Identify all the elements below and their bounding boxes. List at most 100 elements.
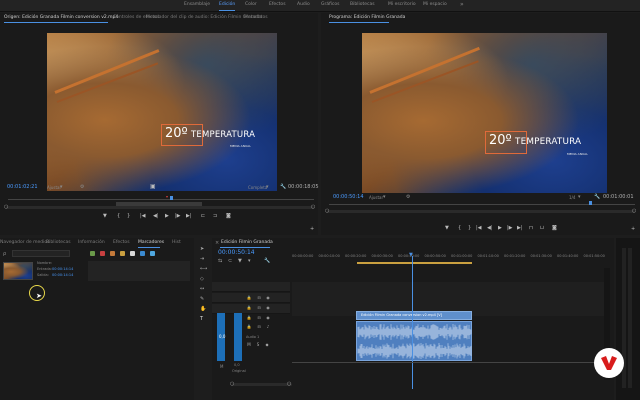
eye-icon[interactable]: ◉ bbox=[265, 295, 271, 301]
in-value[interactable]: 00:00:14:14 bbox=[52, 267, 73, 271]
go-to-out-icon[interactable]: ▶| bbox=[186, 213, 192, 219]
step-back-icon[interactable]: ◀| bbox=[487, 225, 493, 231]
zoom-handle-right[interactable]: ○ bbox=[311, 204, 315, 210]
wrench-icon[interactable]: 🔧 bbox=[594, 194, 600, 200]
marker-color-swatch[interactable] bbox=[120, 251, 125, 256]
sync-icon[interactable]: ⊟ bbox=[256, 295, 262, 301]
eye-icon[interactable]: ◉ bbox=[265, 315, 271, 321]
zoom-handle-right[interactable]: ○ bbox=[287, 381, 291, 387]
add-marker-icon[interactable]: ▼ bbox=[103, 213, 107, 219]
settings-icon[interactable]: ⚙ bbox=[80, 184, 84, 190]
tab-source[interactable]: Origen: Edición Granada Filmin conversio… bbox=[4, 15, 118, 20]
go-to-in-icon[interactable]: |◀ bbox=[140, 213, 146, 219]
tab-program[interactable]: Programa: Edición Filmin Granada bbox=[329, 15, 405, 20]
marker-color-swatch[interactable] bbox=[110, 251, 115, 256]
search-input[interactable] bbox=[12, 250, 70, 257]
tab-history[interactable]: Hist bbox=[172, 240, 181, 245]
lock-icon[interactable]: 🔒 bbox=[246, 305, 252, 311]
razor-tool-icon[interactable]: ◇ bbox=[200, 276, 204, 282]
timeline-display-icon[interactable]: ▾ bbox=[248, 258, 251, 264]
eye-icon[interactable]: ◉ bbox=[265, 305, 271, 311]
tab-info[interactable]: Información bbox=[78, 240, 105, 245]
source-quality-select[interactable]: Completa bbox=[248, 185, 267, 190]
chevron-down-icon[interactable]: ▾ bbox=[383, 194, 386, 200]
chevron-down-icon[interactable]: ▾ bbox=[60, 184, 63, 190]
out-value[interactable]: 00:00:14:14 bbox=[52, 273, 73, 277]
tab-timeline[interactable]: Edición Filmin Granada bbox=[221, 240, 273, 245]
track-select-tool-icon[interactable]: ⇥ bbox=[200, 256, 204, 262]
lock-icon[interactable]: 🔒 bbox=[246, 295, 252, 301]
source-video-frame[interactable]: 20º TEMPERATURA MEDIA ANUAL bbox=[47, 33, 277, 191]
keyframe-icon[interactable]: ◆ bbox=[264, 342, 270, 348]
type-tool-icon[interactable]: T bbox=[200, 316, 203, 322]
overwrite-icon[interactable]: ⊐ bbox=[213, 213, 217, 219]
program-ratio-select[interactable]: 1/4 bbox=[569, 195, 575, 200]
lock-icon[interactable]: 🔒 bbox=[246, 315, 252, 321]
more-workspaces-icon[interactable]: » bbox=[460, 1, 464, 8]
ripple-edit-tool-icon[interactable]: ⟷ bbox=[200, 266, 207, 272]
wrench-icon[interactable]: 🔧 bbox=[280, 184, 286, 190]
linked-selection-icon[interactable]: ⊂ bbox=[228, 258, 232, 264]
workspace-tab-libraries[interactable]: Bibliotecas bbox=[350, 2, 375, 7]
lock-icon[interactable]: 🔒 bbox=[246, 324, 252, 330]
program-timecode[interactable]: 00:00:50:14 bbox=[333, 194, 364, 200]
marker-color-swatch[interactable] bbox=[150, 251, 155, 256]
camera-icon[interactable]: ◙ bbox=[226, 213, 231, 219]
marker-color-swatch[interactable] bbox=[100, 251, 105, 256]
tab-effects[interactable]: Efectos bbox=[113, 240, 130, 245]
add-button-icon[interactable]: + bbox=[631, 226, 635, 232]
volume-readout[interactable]: 0,0 bbox=[234, 363, 240, 367]
zoom-handle-left[interactable]: ○ bbox=[230, 381, 234, 387]
add-marker-icon[interactable]: ▼ bbox=[238, 258, 242, 264]
sync-icon[interactable]: ⊟ bbox=[256, 315, 262, 321]
video-clip[interactable]: Edición Filmin Granada conversion v2.mp4… bbox=[356, 311, 472, 320]
go-to-in-icon[interactable]: |◀ bbox=[476, 225, 482, 231]
settings-icon[interactable]: ⚙ bbox=[406, 194, 410, 200]
tab-media-browser[interactable]: Navegador de medios bbox=[0, 240, 49, 245]
ratio-chevron-icon[interactable]: ▾ bbox=[578, 194, 581, 200]
mark-in-icon[interactable]: { bbox=[458, 225, 461, 231]
quality-chevron-icon[interactable]: ▾ bbox=[266, 184, 269, 190]
timeline-playhead[interactable] bbox=[412, 256, 413, 389]
mark-out-icon[interactable]: } bbox=[127, 213, 130, 219]
search-icon[interactable]: ρ bbox=[3, 251, 6, 257]
tab-libraries[interactable]: Bibliotecas bbox=[46, 240, 71, 245]
mark-in-icon[interactable]: { bbox=[117, 213, 120, 219]
marker-color-swatch[interactable] bbox=[130, 251, 135, 256]
frame-icon[interactable]: ▣ bbox=[150, 183, 156, 190]
workspace-tab-audio[interactable]: Audio bbox=[297, 2, 310, 7]
pen-tool-icon[interactable]: ✎ bbox=[200, 296, 204, 302]
step-forward-icon[interactable]: |▶ bbox=[175, 213, 181, 219]
workspace-tab-graphics[interactable]: Gráficos bbox=[321, 2, 340, 7]
workspace-tab-editing[interactable]: Edición bbox=[219, 2, 235, 7]
hand-tool-icon[interactable]: ✋ bbox=[200, 306, 206, 312]
program-zoom-bar[interactable] bbox=[327, 210, 635, 213]
marker-color-swatch[interactable] bbox=[90, 251, 95, 256]
play-icon[interactable]: ▶ bbox=[498, 225, 502, 231]
sync-icon[interactable]: ⊟ bbox=[256, 305, 262, 311]
selection-tool-icon[interactable]: ➤ bbox=[200, 246, 204, 252]
step-forward-icon[interactable]: |▶ bbox=[507, 225, 513, 231]
tab-markers[interactable]: Marcadores bbox=[138, 240, 164, 245]
source-zoom-bar[interactable] bbox=[6, 206, 314, 209]
wrench-icon[interactable]: 🔧 bbox=[264, 258, 270, 264]
workspace-tab-assembly[interactable]: Ensamblaje bbox=[184, 2, 210, 7]
timeline-timecode[interactable]: 00:00:50:14 bbox=[218, 249, 255, 256]
workspace-tab-color[interactable]: Color bbox=[245, 2, 257, 7]
camera-icon[interactable]: ◙ bbox=[552, 225, 557, 231]
program-playhead[interactable] bbox=[589, 201, 592, 205]
source-scrub-bar[interactable] bbox=[8, 199, 314, 200]
workspace-tab-space[interactable]: Mi espacio bbox=[423, 2, 447, 7]
program-video-frame[interactable]: 20º TEMPERATURA MEDIA ANUAL bbox=[362, 33, 607, 193]
source-timecode[interactable]: 00:01:02:21 bbox=[7, 184, 38, 190]
audio-clip[interactable] bbox=[356, 321, 472, 361]
marker-color-swatch[interactable] bbox=[140, 251, 145, 256]
snap-icon[interactable]: ⇆ bbox=[218, 258, 222, 264]
slip-tool-icon[interactable]: ↔ bbox=[200, 286, 204, 292]
workspace-tab-desktop[interactable]: Mi escritorio bbox=[388, 2, 416, 7]
source-playhead[interactable] bbox=[170, 196, 173, 200]
insert-icon[interactable]: ⊏ bbox=[201, 213, 205, 219]
zoom-handle-left[interactable]: ○ bbox=[325, 208, 329, 214]
add-button-icon[interactable]: + bbox=[310, 226, 314, 232]
zoom-handle-right[interactable]: ○ bbox=[632, 208, 636, 214]
